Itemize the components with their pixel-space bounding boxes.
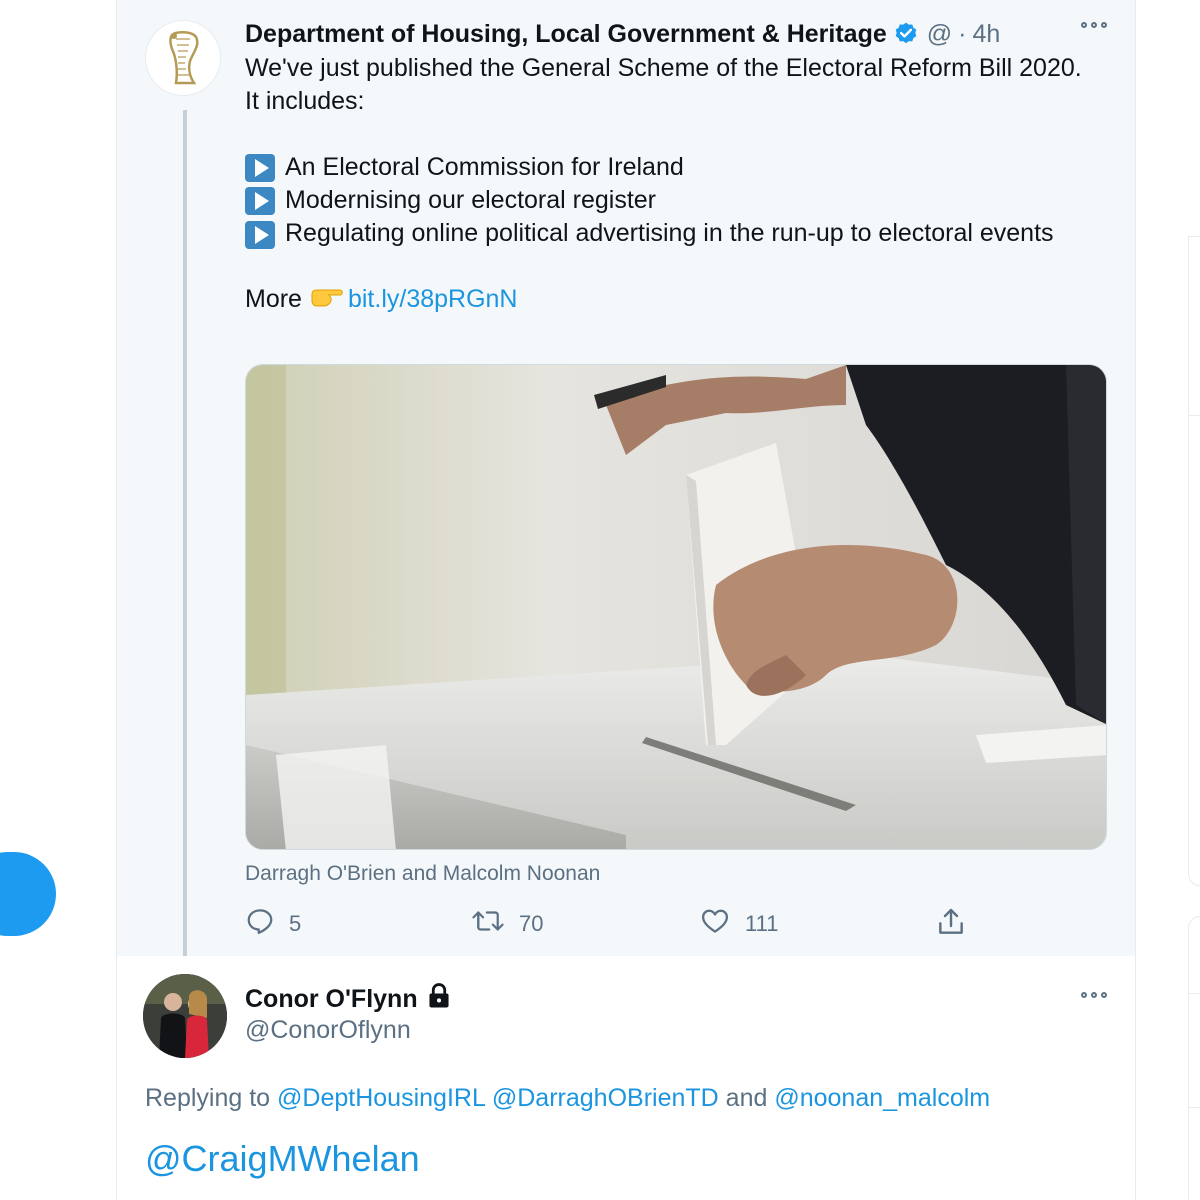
- reply-tweet[interactable]: Conor O'Flynn @ConorOflynn Replying to @…: [117, 956, 1135, 1200]
- more-line: More bit.ly/38pRGnN: [245, 283, 1085, 319]
- timeline-column: Department of Housing, Local Government …: [116, 0, 1136, 1200]
- tweet-timestamp[interactable]: 4h: [972, 20, 1000, 49]
- compose-tweet-button[interactable]: [0, 852, 56, 936]
- reply-text-mention[interactable]: @CraigMWhelan: [145, 1138, 420, 1180]
- retweet-icon: [471, 906, 505, 942]
- play-button-emoji-icon: [245, 221, 275, 249]
- tweet-actions: 5 70 111: [245, 906, 975, 946]
- verified-badge-icon: [893, 21, 919, 47]
- retweet-count: 70: [519, 911, 544, 936]
- bullet-text: Modernising our electoral register: [285, 186, 657, 214]
- bullet-item: Regulating online political advertising …: [245, 217, 1085, 250]
- reply-icon: [245, 906, 275, 942]
- tweet-link[interactable]: bit.ly/38pRGnN: [348, 285, 518, 313]
- share-icon: [935, 906, 967, 944]
- harp-emblem-icon[interactable]: [145, 20, 221, 96]
- mention-link[interactable]: @DeptHousingIRL: [277, 1084, 485, 1112]
- reply-button[interactable]: 5: [245, 906, 301, 942]
- share-button[interactable]: [935, 906, 967, 944]
- play-button-emoji-icon: [245, 154, 275, 182]
- like-button[interactable]: 111: [699, 906, 778, 942]
- bullet-item: Modernising our electoral register: [245, 184, 1085, 217]
- tweet-intro: We've just published the General Scheme …: [245, 54, 1082, 115]
- tweet-header: Department of Housing, Local Government …: [245, 16, 1000, 52]
- bullet-item: An Electoral Commission for Ireland: [245, 151, 1085, 184]
- bullet-text: Regulating online political advertising …: [285, 219, 1054, 247]
- time-separator: ·: [958, 19, 967, 48]
- pointing-right-emoji-icon: [310, 286, 344, 319]
- more-options-icon[interactable]: [1081, 992, 1107, 998]
- author-handle[interactable]: @: [927, 20, 952, 49]
- tweet-media-image[interactable]: [245, 364, 1107, 850]
- reply-avatar[interactable]: [143, 974, 227, 1058]
- tweet-main[interactable]: Department of Housing, Local Government …: [117, 0, 1135, 966]
- more-label: More: [245, 285, 302, 313]
- replying-prefix: Replying to: [145, 1084, 271, 1112]
- play-button-emoji-icon: [245, 187, 275, 215]
- more-options-icon[interactable]: [1081, 22, 1107, 28]
- reply-author: Conor O'Flynn: [245, 982, 452, 1017]
- author-display-name[interactable]: Department of Housing, Local Government …: [245, 20, 887, 49]
- reply-handle[interactable]: @ConorOflynn: [245, 1016, 411, 1045]
- mention-link[interactable]: @noonan_malcolm: [774, 1084, 990, 1112]
- thread-line: [183, 110, 187, 966]
- lock-icon: [426, 982, 452, 1017]
- heart-icon: [699, 906, 731, 942]
- replying-and: and: [725, 1084, 768, 1112]
- bullet-text: An Electoral Commission for Ireland: [285, 153, 684, 181]
- reply-count: 5: [289, 911, 302, 936]
- retweet-button[interactable]: 70: [471, 906, 543, 942]
- sidebar-panel: [1188, 916, 1200, 1200]
- mention-link[interactable]: @DarraghOBrienTD: [492, 1084, 719, 1112]
- tweet-text: We've just published the General Scheme …: [245, 52, 1085, 319]
- media-caption: Darragh O'Brien and Malcolm Noonan: [245, 862, 601, 885]
- like-count: 111: [745, 911, 779, 936]
- replying-to-line: Replying to @DeptHousingIRL @DarraghOBri…: [145, 1084, 990, 1113]
- reply-display-name[interactable]: Conor O'Flynn: [245, 985, 418, 1014]
- sidebar-panel: [1188, 236, 1200, 886]
